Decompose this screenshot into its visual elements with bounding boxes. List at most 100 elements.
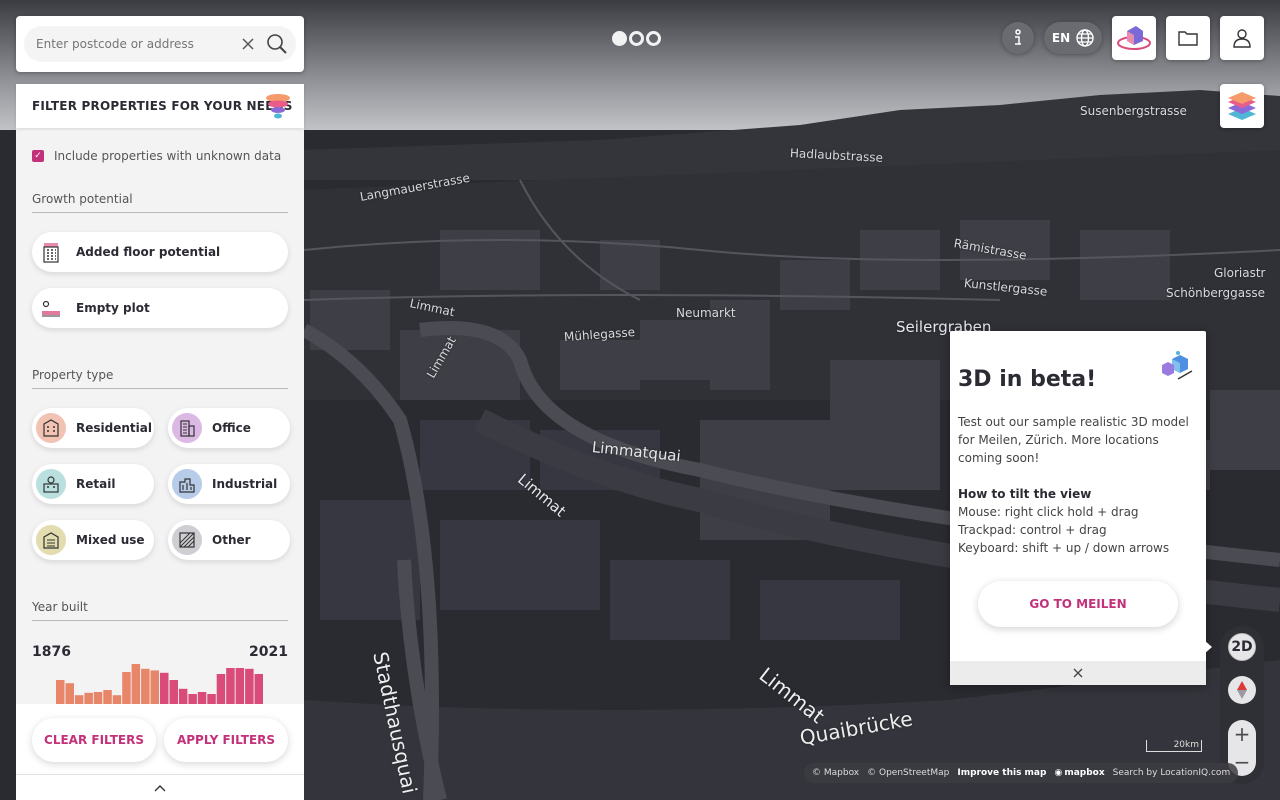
- improve-map-link[interactable]: Improve this map: [957, 768, 1046, 778]
- include-unknown-checkbox[interactable]: ✓: [32, 150, 44, 162]
- histogram-bar: [56, 680, 65, 704]
- filter-title: FILTER PROPERTIES FOR YOUR NEEDS: [32, 99, 293, 113]
- include-unknown-label: Include properties with unknown data: [54, 149, 282, 163]
- histogram-bar: [197, 692, 207, 704]
- filter-panel: FILTER PROPERTIES FOR YOUR NEEDS ✓ Inclu…: [16, 84, 304, 800]
- year-max-value: 2021: [249, 644, 288, 660]
- histogram-bar: [207, 694, 216, 704]
- 3d-blocks-icon: [1162, 351, 1193, 380]
- beta-close-button[interactable]: [950, 661, 1206, 685]
- include-unknown-row[interactable]: ✓ Include properties with unknown data: [32, 149, 281, 163]
- other-icon: [172, 525, 202, 555]
- search-box: [16, 16, 304, 72]
- industrial-option[interactable]: Industrial: [168, 464, 290, 504]
- retail-icon: [36, 469, 66, 499]
- office-option[interactable]: Office: [168, 408, 290, 448]
- office-label: Office: [212, 421, 251, 435]
- histogram-bar: [169, 680, 178, 704]
- histogram-bar: [84, 692, 93, 704]
- other-label: Other: [212, 533, 251, 547]
- go-to-meilen-button[interactable]: GO TO MEILEN: [978, 581, 1178, 627]
- map-label: Susenbergstrasse: [1080, 104, 1187, 118]
- map-label: Schönberggasse: [1166, 286, 1265, 300]
- beta-howto: How to tilt the view Mouse: right click …: [958, 485, 1202, 557]
- language-button[interactable]: EN: [1044, 22, 1102, 54]
- osm-attribution-link[interactable]: © OpenStreetMap: [867, 768, 949, 778]
- mixed-use-option[interactable]: Mixed use: [32, 520, 154, 560]
- added-floor-potential-option[interactable]: Added floor potential: [32, 232, 288, 272]
- property-type-section-title: Property type: [32, 368, 288, 389]
- empty-plot-option[interactable]: Empty plot: [32, 288, 288, 328]
- folder-icon: [1178, 31, 1198, 46]
- portfolio-button[interactable]: [1112, 16, 1156, 60]
- building-floors-icon: [36, 237, 66, 267]
- user-button[interactable]: [1220, 16, 1264, 60]
- empty-plot-icon: [36, 293, 66, 323]
- residential-label: Residential: [76, 421, 152, 435]
- mapbox-logo[interactable]: ◉ mapbox: [1054, 768, 1104, 778]
- howto-line: Trackpad: control + drag: [958, 523, 1107, 537]
- map-label: Gloriastr: [1214, 266, 1266, 280]
- histogram-bar: [74, 695, 84, 704]
- portfolio-icon: [1117, 26, 1151, 50]
- histogram-bar: [103, 690, 112, 704]
- retail-label: Retail: [76, 477, 116, 491]
- filter-header: FILTER PROPERTIES FOR YOUR NEEDS: [16, 84, 304, 128]
- language-code: EN: [1051, 31, 1071, 45]
- histogram-bar: [112, 695, 122, 704]
- search-icon[interactable]: [266, 33, 288, 55]
- layers-icon: [1228, 92, 1256, 120]
- industrial-label: Industrial: [212, 477, 278, 491]
- office-icon: [172, 413, 202, 443]
- histogram-bar: [131, 664, 141, 704]
- map-attribution: © Mapbox © OpenStreetMap Improve this ma…: [804, 763, 1239, 783]
- user-icon: [1233, 29, 1251, 48]
- 3d-beta-popup: 3D in beta! Test out our sample realisti…: [950, 331, 1206, 685]
- mapbox-attribution-link[interactable]: © Mapbox: [812, 768, 859, 778]
- histogram-bar: [245, 668, 254, 704]
- empty-plot-label: Empty plot: [76, 301, 150, 315]
- other-option[interactable]: Other: [168, 520, 290, 560]
- beta-description: Test out our sample realistic 3D model f…: [958, 415, 1189, 465]
- histogram-bar: [188, 694, 197, 704]
- clear-filters-button[interactable]: CLEAR FILTERS: [32, 718, 156, 762]
- compass-button[interactable]: [1228, 676, 1256, 704]
- added-floor-potential-label: Added floor potential: [76, 245, 221, 259]
- histogram-bar: [226, 668, 235, 704]
- histogram-bar: [178, 688, 188, 704]
- histogram-bar: [216, 674, 226, 704]
- retail-option[interactable]: Retail: [32, 464, 154, 504]
- locationiq-attribution[interactable]: Search by LocationIQ.com: [1113, 768, 1231, 778]
- collapse-panel-button[interactable]: [16, 774, 304, 800]
- chevron-up-icon: [154, 784, 166, 791]
- globe-icon: [1076, 29, 1094, 47]
- apply-filters-button[interactable]: APPLY FILTERS: [164, 718, 288, 762]
- histogram-bar: [141, 668, 150, 704]
- histogram-bar: [160, 672, 169, 704]
- popup-pointer: [1204, 640, 1212, 654]
- histogram-bar: [150, 670, 159, 704]
- compass-icon: [1237, 681, 1247, 699]
- folder-button[interactable]: [1166, 16, 1210, 60]
- residential-option[interactable]: Residential: [32, 408, 154, 448]
- filter-footer: CLEAR FILTERS APPLY FILTERS: [16, 704, 304, 774]
- howto-title: How to tilt the view: [958, 487, 1092, 501]
- histogram-bar: [235, 668, 245, 704]
- close-icon[interactable]: [240, 36, 256, 52]
- histogram-bar: [93, 692, 103, 704]
- layers-button[interactable]: [1220, 84, 1264, 128]
- year-built-section-title: Year built: [32, 600, 288, 621]
- map-label: Neumarkt: [676, 306, 736, 320]
- toggle-2d-button[interactable]: 2D: [1228, 633, 1256, 661]
- histogram-bar: [254, 674, 263, 704]
- funnel-icon: [266, 94, 290, 119]
- zoom-in-button[interactable]: +: [1228, 720, 1256, 748]
- howto-line: Mouse: right click hold + drag: [958, 505, 1139, 519]
- map-scale: 20km: [1146, 740, 1202, 752]
- app-logo[interactable]: [612, 31, 661, 46]
- info-button[interactable]: [1002, 22, 1034, 54]
- mixed-use-icon: [36, 525, 66, 555]
- close-icon: [1073, 668, 1083, 678]
- beta-title: 3D in beta!: [958, 367, 1097, 392]
- year-histogram: [56, 664, 263, 704]
